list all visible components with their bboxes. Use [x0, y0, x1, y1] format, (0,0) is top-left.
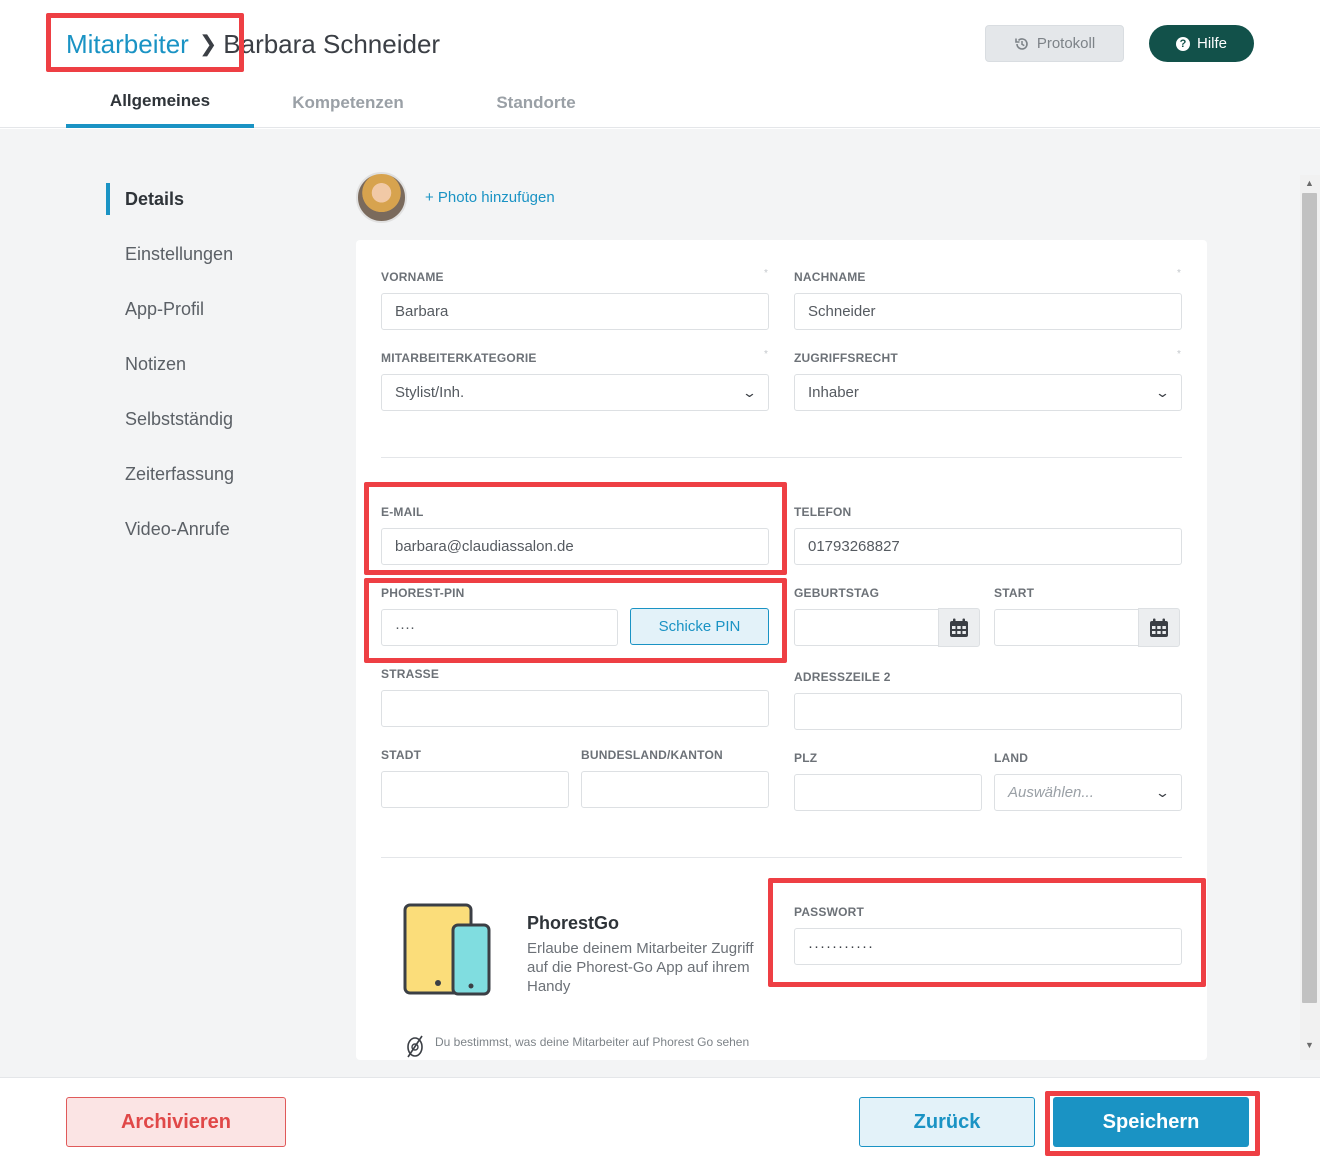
sidebar-item-selbststaendig[interactable]: Selbstständig — [106, 403, 234, 458]
nachname-field[interactable]: Schneider — [794, 293, 1182, 330]
archive-button[interactable]: Archivieren — [66, 1097, 286, 1147]
add-photo-link[interactable]: + Photo hinzufügen — [425, 189, 555, 206]
land-label: LAND — [994, 751, 1029, 765]
kategorie-label: MITARBEITERKATEGORIE — [381, 351, 537, 365]
chevron-down-icon: ⌄ — [1154, 785, 1171, 800]
breadcrumb: Mitarbeiter ❯ Barbara Schneider — [66, 28, 440, 60]
calendar-icon — [1150, 618, 1168, 637]
adresse2-field[interactable] — [794, 693, 1182, 730]
scroll-thumb[interactable] — [1302, 193, 1317, 1003]
sidebar-item-details[interactable]: Details — [106, 183, 234, 238]
scrollbar[interactable]: ▲ ▼ — [1300, 175, 1320, 1060]
required-mark: * — [764, 349, 768, 360]
chevron-down-icon: ⌄ — [741, 385, 758, 400]
stadt-field[interactable] — [381, 771, 569, 808]
email-field[interactable]: barbara@claudiassalon.de — [381, 528, 769, 565]
kategorie-value: Stylist/Inh. — [395, 384, 465, 401]
sidebar-item-einstellungen[interactable]: Einstellungen — [106, 238, 234, 293]
vorname-label: VORNAME — [381, 270, 444, 284]
tab-allgemeines[interactable]: Allgemeines — [66, 78, 254, 128]
phorestgo-title: PhorestGo — [527, 913, 620, 933]
scroll-down-icon[interactable]: ▼ — [1305, 1040, 1314, 1050]
start-field[interactable] — [994, 609, 1139, 646]
footer-bar: Archivieren Zurück Speichern — [0, 1077, 1320, 1165]
section-divider — [381, 457, 1182, 458]
passwort-label: PASSWORT — [794, 905, 865, 919]
bundesland-label: BUNDESLAND/KANTON — [581, 748, 723, 762]
phone-tablet-icon — [403, 903, 491, 996]
required-mark: * — [764, 268, 768, 279]
eye-slash-icon — [407, 1035, 423, 1058]
nachname-label: NACHNAME — [794, 270, 866, 284]
pin-label: PHOREST-PIN — [381, 586, 465, 600]
sidebar-item-zeiterfassung[interactable]: Zeiterfassung — [106, 458, 234, 513]
telefon-field[interactable]: 01793268827 — [794, 528, 1182, 565]
land-placeholder: Auswählen... — [1008, 784, 1094, 801]
stadt-label: STADT — [381, 748, 422, 762]
start-label: START — [994, 586, 1035, 600]
required-mark: * — [1177, 349, 1181, 360]
phorestgo-description: Erlaube deinem Mitarbeiter Zugriff auf d… — [527, 940, 754, 995]
protokoll-button[interactable]: Protokoll — [985, 25, 1124, 62]
section-divider — [381, 857, 1182, 858]
send-pin-button[interactable]: Schicke PIN — [630, 608, 769, 645]
help-icon: ? — [1175, 36, 1190, 51]
tab-bar: Allgemeines Kompetenzen Standorte — [66, 78, 630, 128]
calendar-icon — [950, 618, 968, 637]
tab-kompetenzen[interactable]: Kompetenzen — [254, 78, 442, 128]
tab-standorte[interactable]: Standorte — [442, 78, 630, 128]
hilfe-label: Hilfe — [1196, 35, 1227, 52]
chevron-down-icon: ⌄ — [1154, 385, 1171, 400]
back-button[interactable]: Zurück — [859, 1097, 1035, 1147]
strasse-label: STRASSE — [381, 667, 440, 681]
strasse-field[interactable] — [381, 690, 769, 727]
sidebar-item-video-anrufe[interactable]: Video-Anrufe — [106, 513, 234, 568]
land-select[interactable]: Auswählen... ⌄ — [994, 774, 1182, 811]
adresse2-label: ADRESSZEILE 2 — [794, 670, 891, 684]
required-mark: * — [1177, 268, 1181, 279]
geburtstag-calendar-button[interactable] — [938, 608, 980, 647]
plz-field[interactable] — [794, 774, 982, 811]
telefon-label: TELEFON — [794, 505, 852, 519]
plz-label: PLZ — [794, 751, 818, 765]
scroll-up-icon[interactable]: ▲ — [1305, 178, 1314, 188]
sidebar-item-app-profil[interactable]: App-Profil — [106, 293, 234, 348]
details-card: VORNAME * Barbara NACHNAME * Schneider M… — [356, 240, 1207, 1060]
vorname-field[interactable]: Barbara — [381, 293, 769, 330]
passwort-field[interactable]: ··········· — [794, 928, 1182, 965]
hilfe-button[interactable]: ? Hilfe — [1149, 25, 1254, 62]
chevron-right-icon: ❯ — [198, 31, 218, 56]
start-calendar-button[interactable] — [1138, 608, 1180, 647]
page-title: Barbara Schneider — [223, 28, 441, 59]
zugriff-value: Inhaber — [808, 384, 859, 401]
protokoll-label: Protokoll — [1036, 35, 1096, 52]
sidebar-nav: Details Einstellungen App-Profil Notizen… — [106, 183, 234, 568]
bundesland-field[interactable] — [581, 771, 769, 808]
main-content: Details Einstellungen App-Profil Notizen… — [0, 129, 1320, 1077]
phorestgo-note: Du bestimmst, was deine Mitarbeiter auf … — [435, 1035, 750, 1049]
save-button[interactable]: Speichern — [1053, 1097, 1249, 1147]
page-header: Mitarbeiter ❯ Barbara Schneider Protokol… — [0, 0, 1320, 128]
kategorie-select[interactable]: Stylist/Inh. ⌄ — [381, 374, 769, 411]
email-label: E-MAIL — [381, 505, 424, 519]
breadcrumb-root-link[interactable]: Mitarbeiter — [66, 29, 189, 60]
pin-field[interactable]: ···· — [381, 609, 618, 646]
zugriff-label: ZUGRIFFSRECHT — [794, 351, 898, 365]
geburtstag-label: GEBURTSTAG — [794, 586, 880, 600]
avatar[interactable] — [356, 172, 407, 223]
sidebar-item-notizen[interactable]: Notizen — [106, 348, 234, 403]
zugriff-select[interactable]: Inhaber ⌄ — [794, 374, 1182, 411]
geburtstag-field[interactable] — [794, 609, 939, 646]
history-icon — [1015, 37, 1028, 50]
